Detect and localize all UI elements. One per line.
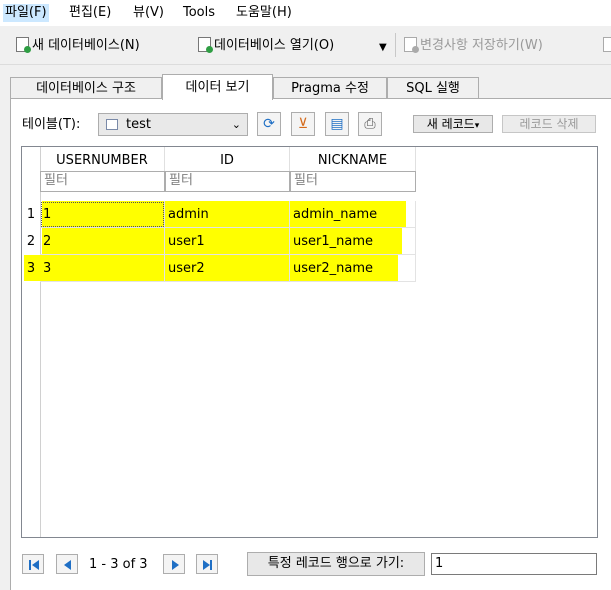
tab-browse-data[interactable]: 데이터 보기 [162,74,273,100]
goto-record-input[interactable]: 1 [431,553,597,575]
clear-filters-button[interactable]: ⊻ [291,112,315,136]
table-icon [106,119,118,130]
revert-changes-button[interactable] [603,36,611,56]
open-database-label: 데이터베이스 열기(O) [214,38,335,53]
record-count: 1 - 3 of 3 [89,557,148,572]
write-changes-icon [404,37,419,53]
menu-bar: 파일(F) 편집(E) 뷰(V) Tools 도움말(H) [0,0,611,26]
table-cell[interactable]: admin [165,201,290,228]
first-icon [29,560,31,570]
table-select[interactable]: test ⌄ [98,113,248,136]
revert-changes-icon [603,37,611,52]
refresh-button[interactable]: ⟳ [257,112,281,136]
new-record-dropdown-icon: ▾ [474,121,480,131]
chevron-down-icon: ⌄ [231,118,241,131]
open-dropdown-arrow-icon[interactable]: ▼ [379,42,387,53]
table-cell[interactable]: user1 [165,228,290,255]
column-header-nickname[interactable]: NICKNAME [290,147,416,171]
menu-help[interactable]: 도움말(H) [234,4,294,22]
write-changes-label: 변경사항 저장하기(W) [420,38,543,53]
new-database-button[interactable]: 새 데이터베이스(N) [16,36,140,56]
goto-record-button[interactable]: 특정 레코드 행으로 가기: [247,552,425,576]
table-cell[interactable]: 3 [40,255,165,282]
tab-edit-pragmas[interactable]: Pragma 수정 [273,77,387,99]
delete-record-button[interactable]: 레코드 삭제 [502,115,596,133]
filter-clear-icon: ⊻ [297,116,309,132]
table-cell[interactable]: user1_name [290,228,416,255]
save-as-icon: ▤ [330,116,344,132]
table-cell[interactable]: 2 [40,228,165,255]
print-button[interactable]: ⎙ [358,112,382,136]
table-cell[interactable]: user2_name [290,255,416,282]
first-arrow-icon [32,560,39,570]
filter-input-nickname[interactable]: 필터 [290,171,416,192]
menu-file[interactable]: 파일(F) [3,4,49,22]
column-header-id[interactable]: ID [165,147,290,171]
table-cell[interactable]: admin_name [290,201,416,228]
row-number[interactable]: 1 [22,201,40,228]
filter-input-usernumber[interactable]: 필터 [40,171,165,192]
table-select-value: test [126,117,151,132]
table-cell[interactable]: user2 [165,255,290,282]
table-cell[interactable]: 1 [40,201,165,228]
new-database-label: 새 데이터베이스(N) [32,38,140,53]
main-toolbar: 새 데이터베이스(N) 데이터베이스 열기(O) ▼ 변경사항 저장하기(W) [0,26,611,65]
menu-edit[interactable]: 편집(E) [67,4,113,22]
first-page-button[interactable] [22,554,44,574]
last-page-button[interactable] [196,554,218,574]
tab-execute-sql[interactable]: SQL 실행 [387,77,479,99]
table-label: 테이블(T): [22,117,81,132]
last-arrow-icon [203,560,210,570]
save-table-as-button[interactable]: ▤ [325,112,349,136]
menu-view[interactable]: 뷰(V) [131,4,166,22]
toolbar-separator [395,33,396,57]
write-changes-button[interactable]: 변경사항 저장하기(W) [404,36,543,56]
open-database-button[interactable]: 데이터베이스 열기(O) [198,36,334,56]
new-database-icon [16,37,31,53]
row-number[interactable]: 3 [22,255,40,282]
data-grid: USERNUMBER ID NICKNAME 필터 필터 필터 1 1 admi… [21,146,598,538]
menu-tools[interactable]: Tools [181,4,217,22]
next-icon [172,560,179,570]
refresh-icon: ⟳ [263,116,275,132]
new-record-button[interactable]: 새 레코드▾ [413,115,493,133]
new-record-label: 새 레코드 [426,117,475,131]
previous-page-button[interactable] [56,554,78,574]
column-header-usernumber[interactable]: USERNUMBER [40,147,165,171]
row-number[interactable]: 2 [22,228,40,255]
tab-database-structure[interactable]: 데이터베이스 구조 [10,77,162,99]
print-icon: ⎙ [364,116,376,132]
previous-icon [64,560,71,570]
filter-input-id[interactable]: 필터 [165,171,290,192]
open-database-icon [198,37,213,53]
last-icon [210,560,212,570]
next-page-button[interactable] [163,554,185,574]
